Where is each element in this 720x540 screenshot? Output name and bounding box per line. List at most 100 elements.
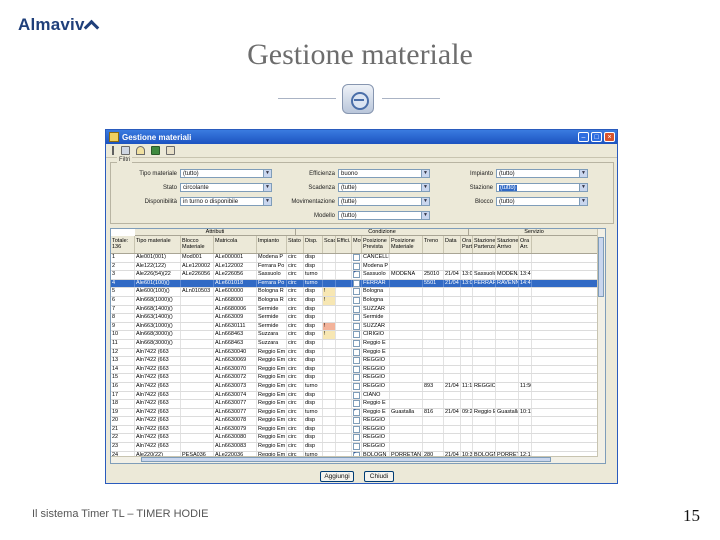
movimentazione-checkbox[interactable] bbox=[353, 322, 360, 330]
table-row[interactable]: 6 Aln668(1000)() ALn668000 Bologna Rcirc dis… bbox=[111, 296, 605, 306]
table-row[interactable]: 2 Ale122(122) ALe120002 ALe122002 Ferrara Po… bbox=[111, 262, 605, 272]
vertical-scrollbar[interactable] bbox=[597, 229, 605, 463]
header-col-tipo-materiale[interactable]: Tipo materiale bbox=[135, 236, 181, 253]
tipo-materiale-select[interactable]: (tutto) ▼ bbox=[180, 169, 272, 178]
stato-select[interactable]: circolante ▼ bbox=[180, 183, 272, 192]
header-col-treno[interactable]: Treno bbox=[423, 236, 444, 253]
movimentazione-checkbox[interactable] bbox=[353, 305, 360, 313]
movimentazione-checkbox[interactable] bbox=[353, 382, 360, 390]
cell-data bbox=[444, 296, 461, 305]
header-col-data[interactable]: Data bbox=[444, 236, 461, 253]
cell-pos-materiale bbox=[390, 357, 423, 365]
movimentazione-checkbox[interactable] bbox=[353, 262, 360, 270]
movimentazione-checkbox[interactable] bbox=[353, 365, 360, 373]
header-col-ora-arr[interactable]: Ora Arr. bbox=[519, 236, 532, 253]
table-row[interactable]: 15 Aln7422 (663 ALn6630072 Reggio Em circ dis… bbox=[111, 374, 605, 383]
maximize-button[interactable]: □ bbox=[591, 132, 602, 142]
window-titlebar[interactable]: Gestione materiali – □ × bbox=[106, 130, 617, 144]
cell-pos-materiale: MODENA bbox=[390, 271, 423, 279]
movimentazione-checkbox[interactable] bbox=[353, 254, 360, 261]
table-row[interactable]: 12 Aln7422 (663 ALn6630040 Reggio Em circ dis… bbox=[111, 348, 605, 358]
movimentazione-checkbox[interactable] bbox=[353, 348, 360, 356]
cell-ora-arr bbox=[519, 417, 532, 425]
header-col-impianto[interactable]: Impianto bbox=[257, 236, 287, 253]
table-row[interactable]: 10 Aln668(3000)() ALn668463 Suzzara circ disp… bbox=[111, 331, 605, 340]
header-col-staz-arrivo[interactable]: Stazione Arrivo bbox=[496, 236, 519, 253]
table-row[interactable]: 8 Aln663(1400)() ALn663009 Sermide circ disp S… bbox=[111, 314, 605, 323]
filter-icon[interactable] bbox=[136, 146, 145, 155]
materials-table[interactable]: Attributi Condizione Servizio Totale: 13… bbox=[110, 228, 606, 464]
export-icon[interactable] bbox=[166, 146, 175, 155]
stazione-select[interactable]: (tutto) ▼ bbox=[496, 183, 588, 192]
movimentazione-checkbox[interactable] bbox=[353, 417, 360, 425]
table-row[interactable]: 1 Ale001(001) Mod001 ALe000001 Modena Pcirc d… bbox=[111, 254, 605, 263]
movimentazione-checkbox[interactable] bbox=[353, 296, 360, 304]
table-row[interactable]: 5 Ale600(100)() ALn010503 ALe600000 Bologna … bbox=[111, 288, 605, 297]
blocco-select[interactable]: (tutto) ▼ bbox=[496, 197, 588, 206]
header-col-disp[interactable]: Disp. bbox=[304, 236, 323, 253]
movimentazione-checkbox[interactable] bbox=[353, 288, 360, 296]
efficienza-select[interactable]: buono ▼ bbox=[338, 169, 430, 178]
modello-select[interactable]: (tutto) ▼ bbox=[338, 211, 430, 220]
table-row[interactable]: 17 Aln7422 (663 ALn6630074 Reggio Em circ dis… bbox=[111, 391, 605, 401]
header-col-totale[interactable]: Totale: 136 bbox=[111, 236, 135, 253]
table-row[interactable]: 13 Aln7422 (663 ALn6630069 Reggio Em circ dis… bbox=[111, 357, 605, 366]
table-row[interactable]: 16 Aln7422 (663 ALn6630073 Reggio Em circ tur… bbox=[111, 382, 605, 392]
table-row[interactable]: 3 Ale226(54)(22 ALe226056 ALe226056 Sassuolo… bbox=[111, 271, 605, 280]
table-row[interactable]: 11 Aln668(3000)() ALn668463 Suzzara circ disp… bbox=[111, 339, 605, 349]
header-col-pos-prevista[interactable]: Posizione Prevista bbox=[362, 236, 390, 253]
cell-stato: circ bbox=[287, 279, 304, 288]
pin-icon[interactable] bbox=[110, 146, 115, 155]
table-row[interactable]: 19 Aln7422 (663 ALn6630077 Reggio Em circ tur… bbox=[111, 408, 605, 418]
horizontal-scrollbar[interactable] bbox=[111, 456, 598, 463]
scroll-thumb[interactable] bbox=[141, 457, 551, 462]
header-col-staz-partenza[interactable]: Stazione Partenza bbox=[473, 236, 496, 253]
header-col-movi[interactable]: Movi. bbox=[352, 236, 362, 253]
movimentazione-checkbox[interactable] bbox=[353, 391, 360, 399]
table-row[interactable]: 9 Aln663(1000)() ALn6630111 Sermide circ disp… bbox=[111, 322, 605, 332]
movimentazione-checkbox[interactable] bbox=[353, 357, 360, 365]
cell-data: 21/04 bbox=[444, 408, 461, 417]
impianto-select[interactable]: (tutto) ▼ bbox=[496, 169, 588, 178]
header-col-ora-part[interactable]: Ora Part. bbox=[461, 236, 473, 253]
header-col-effici[interactable]: Effici. bbox=[336, 236, 352, 253]
header-col-stato[interactable]: Stato bbox=[287, 236, 304, 253]
excel-icon[interactable] bbox=[151, 146, 160, 155]
cell-treno bbox=[423, 400, 444, 408]
movimentazione-checkbox[interactable] bbox=[353, 374, 360, 382]
movimentazione-checkbox[interactable] bbox=[353, 331, 360, 339]
close-button[interactable]: × bbox=[604, 132, 615, 142]
table-row[interactable]: 22 Aln7422 (663 ALn6630080 Reggio Em circ dis… bbox=[111, 434, 605, 444]
table-row[interactable]: 4 Ale601(100)() ALe601018 Ferrara Po circ tur… bbox=[111, 279, 605, 289]
movimentazione-checkbox[interactable] bbox=[353, 314, 360, 322]
disponibilita-select[interactable]: in turno o disponibile ▼ bbox=[180, 197, 272, 206]
table-row[interactable]: 21 Aln7422 (663 ALn6630079 Reggio Em circ dis… bbox=[111, 425, 605, 435]
minimize-button[interactable]: – bbox=[578, 132, 589, 142]
cell-data bbox=[444, 391, 461, 400]
table-row[interactable]: 23 Aln7422 (663 ALn6630083 Reggio Em circ dis… bbox=[111, 443, 605, 452]
header-col-scad[interactable]: Scad. bbox=[323, 236, 336, 253]
scadenza-select[interactable]: (tutte) ▼ bbox=[338, 183, 430, 192]
table-row[interactable]: 14 Aln7422 (663 ALn6630070 Reggio Em circ dis… bbox=[111, 365, 605, 375]
movimentazione-checkbox[interactable] bbox=[353, 425, 360, 433]
header-col-blocco[interactable]: Blocco Materiale bbox=[181, 236, 214, 253]
cell-disp: disp bbox=[304, 357, 323, 365]
movimentazione-checkbox[interactable] bbox=[353, 271, 360, 279]
chiudi-button[interactable]: Chiudi bbox=[364, 471, 394, 482]
movimentazione-checkbox[interactable] bbox=[353, 339, 360, 347]
table-row[interactable]: 20 Aln7422 (663 ALn6630078 Reggio Em circ dis… bbox=[111, 417, 605, 426]
movimentazione-checkbox[interactable] bbox=[353, 279, 360, 287]
movimentazione-checkbox[interactable] bbox=[353, 408, 360, 416]
movimentazione-checkbox[interactable] bbox=[353, 400, 360, 408]
cell-staz-partenza bbox=[473, 314, 496, 322]
table-row[interactable]: 18 Aln7422 (663 ALn6630077 Reggio Em circ dis… bbox=[111, 400, 605, 409]
print-icon[interactable] bbox=[121, 146, 130, 155]
movimentazione-select[interactable]: (tutte) ▼ bbox=[338, 197, 430, 206]
table-row[interactable]: 7 Aln668(1400)() ALn6680006 Sermide circ disp… bbox=[111, 305, 605, 315]
header-col-pos-materiale[interactable]: Posizione Materiale bbox=[390, 236, 423, 253]
scroll-thumb[interactable] bbox=[598, 237, 604, 297]
aggiungi-button[interactable]: Aggiungi bbox=[320, 471, 354, 482]
movimentazione-checkbox[interactable] bbox=[353, 443, 360, 451]
header-col-matricola[interactable]: Matricola bbox=[214, 236, 257, 253]
movimentazione-checkbox[interactable] bbox=[353, 434, 360, 442]
